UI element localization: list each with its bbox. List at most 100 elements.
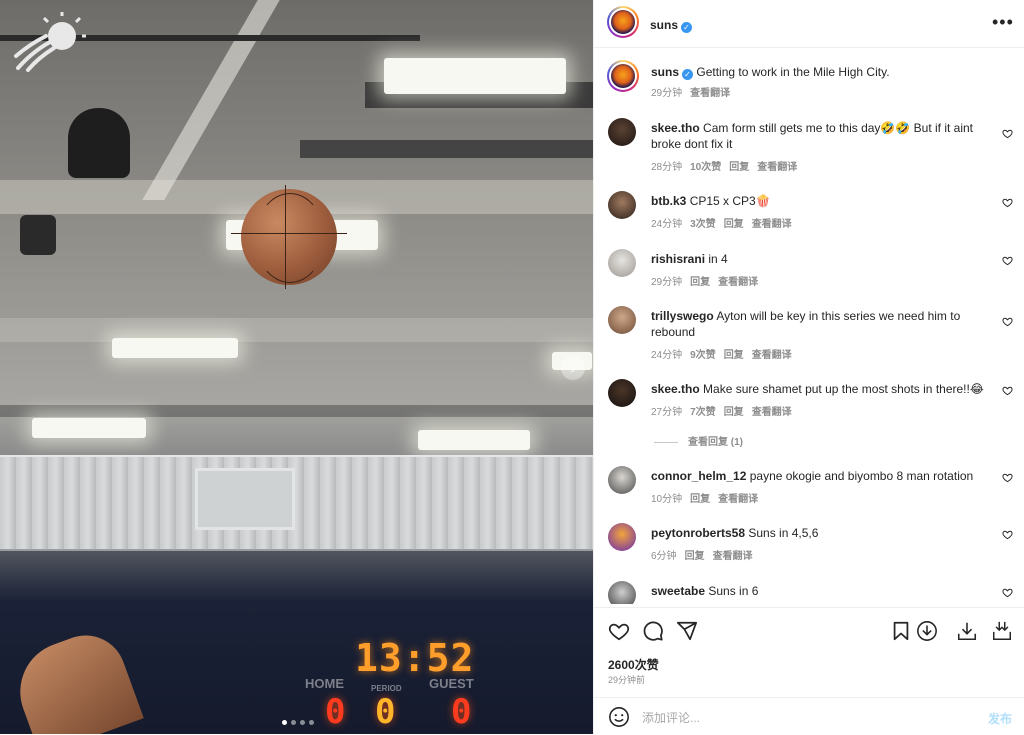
post-media[interactable]: 13:52 HOME PERIOD GUEST 0 0 0 ›	[0, 0, 593, 734]
ceiling-beam	[0, 405, 593, 417]
commenter-avatar[interactable]	[608, 306, 636, 334]
reply-button[interactable]: 回复	[724, 219, 744, 230]
carousel-dots	[282, 720, 314, 725]
commenter-avatar[interactable]	[608, 249, 636, 277]
comment-input[interactable]	[640, 707, 964, 729]
comment-like-count[interactable]: 10次赞	[690, 162, 721, 173]
see-translation-link[interactable]: 查看翻译	[752, 219, 792, 230]
caption-meta: 29分钟 查看翻译	[651, 84, 738, 99]
ceiling-light	[384, 58, 566, 94]
caption-time: 29分钟	[651, 88, 683, 99]
post-sidebar: suns ✓ ••• suns ✓ Getting to work in the M…	[593, 0, 1024, 734]
verified-icon: ✓	[682, 69, 694, 80]
author-avatar[interactable]	[607, 6, 639, 38]
comment-icon[interactable]	[642, 620, 664, 642]
share-icon[interactable]	[676, 620, 698, 642]
period-value: 0	[375, 692, 396, 732]
download-icon[interactable]	[956, 620, 978, 642]
reply-button[interactable]: 回复	[690, 277, 710, 288]
reply-button[interactable]: 回复	[724, 350, 744, 361]
download-all-icon[interactable]	[991, 620, 1013, 642]
comment-like-count[interactable]: 3次赞	[690, 219, 716, 230]
author-username[interactable]: suns	[650, 18, 678, 32]
comment-heart-icon[interactable]	[1002, 128, 1013, 139]
commenter-avatar[interactable]	[608, 581, 636, 604]
ceiling-light	[112, 338, 238, 358]
carousel-next-button[interactable]: ›	[561, 356, 585, 380]
ceiling-duct	[300, 140, 593, 158]
comment-body: skee.tho Make sure shamet put up the mos…	[651, 381, 986, 397]
comment-heart-icon[interactable]	[1002, 385, 1013, 396]
commenter-username[interactable]: peytonroberts58	[651, 526, 745, 540]
comment-text: Suns in 4,5,6	[748, 526, 819, 540]
emoji-icon[interactable]	[608, 706, 630, 728]
see-translation-link[interactable]: 查看翻译	[718, 277, 758, 288]
commenter-username[interactable]: skee.tho	[651, 121, 700, 135]
comment-meta: 29分钟 回复 查看翻译	[651, 273, 766, 288]
commenter-username[interactable]: rishisrani	[651, 252, 705, 266]
more-options-button[interactable]: •••	[992, 12, 1014, 33]
see-translation-link[interactable]: 查看翻译	[757, 162, 797, 173]
see-translation-link[interactable]: 查看翻译	[718, 494, 758, 505]
comment-time: 6分钟	[651, 551, 677, 562]
guest-score: 0	[451, 692, 472, 732]
post-comment-button[interactable]: 发布	[988, 710, 1012, 727]
caption-username[interactable]: suns	[651, 65, 679, 79]
comment-body: sweetabe Suns in 6	[651, 583, 986, 599]
comment-heart-icon[interactable]	[1002, 316, 1013, 327]
guest-label: GUEST	[429, 676, 474, 691]
view-replies-label: 查看回复 (1)	[688, 437, 743, 448]
see-translation-link[interactable]: 查看翻译	[752, 407, 792, 418]
author-avatar[interactable]	[607, 60, 639, 92]
caption-text: Getting to work in the Mile High City.	[696, 65, 890, 79]
comment-text: Cam form still gets me to this day🤣🤣 But…	[651, 121, 973, 151]
comment-body: skee.tho Cam form still gets me to this …	[651, 120, 986, 152]
add-comment-bar: 发布	[594, 697, 1024, 735]
ceiling-beam	[0, 318, 593, 342]
heart-icon[interactable]	[608, 620, 630, 642]
view-replies-button[interactable]: 查看回复 (1)	[654, 433, 743, 448]
home-label: HOME	[305, 676, 344, 691]
comment-meta: 28分钟 10次赞 回复 查看翻译	[651, 158, 805, 173]
comment-heart-icon[interactable]	[1002, 255, 1013, 266]
comment-heart-icon[interactable]	[1002, 529, 1013, 540]
like-count[interactable]: 2600次赞	[608, 656, 659, 673]
commenter-username[interactable]: sweetabe	[651, 584, 705, 598]
reply-button[interactable]: 回复	[685, 551, 705, 562]
bookmark-icon[interactable]	[890, 620, 912, 642]
commenter-avatar[interactable]	[608, 379, 636, 407]
comment-heart-icon[interactable]	[1002, 197, 1013, 208]
commenter-avatar[interactable]	[608, 191, 636, 219]
reply-button[interactable]: 回复	[690, 494, 710, 505]
post-header: suns ✓ •••	[594, 0, 1024, 48]
reply-button[interactable]: 回复	[724, 407, 744, 418]
ceiling-light	[32, 418, 146, 438]
comment-heart-icon[interactable]	[1002, 587, 1013, 598]
verified-icon: ✓	[681, 22, 693, 33]
comment-like-count[interactable]: 7次赞	[690, 407, 716, 418]
commenter-username[interactable]: connor_helm_12	[651, 469, 746, 483]
download-circle-icon[interactable]	[916, 620, 938, 642]
comment-like-count[interactable]: 9次赞	[690, 350, 716, 361]
see-translation-link[interactable]: 查看翻译	[690, 88, 730, 99]
commenter-username[interactable]: btb.k3	[651, 194, 686, 208]
comment-body: rishisrani in 4	[651, 251, 986, 267]
commenter-avatar[interactable]	[608, 523, 636, 551]
comment-text: in 4	[708, 252, 728, 266]
post-actions-bar	[594, 607, 1024, 654]
suns-logo	[14, 12, 86, 72]
see-translation-link[interactable]: 查看翻译	[752, 350, 792, 361]
commenter-username[interactable]: skee.tho	[651, 382, 700, 396]
commenter-avatar[interactable]	[608, 118, 636, 146]
reply-button[interactable]: 回复	[729, 162, 749, 173]
hanging-lamp	[68, 108, 130, 178]
ventilation-pipe	[0, 455, 593, 551]
home-score: 0	[325, 692, 346, 732]
comments-list[interactable]: suns ✓ Getting to work in the Mile High C…	[594, 48, 1024, 604]
comment-heart-icon[interactable]	[1002, 472, 1013, 483]
see-translation-link[interactable]: 查看翻译	[713, 551, 753, 562]
commenter-username[interactable]: trillyswego	[651, 309, 714, 323]
comment-time: 28分钟	[651, 162, 683, 173]
carousel-dot	[282, 720, 287, 725]
commenter-avatar[interactable]	[608, 466, 636, 494]
